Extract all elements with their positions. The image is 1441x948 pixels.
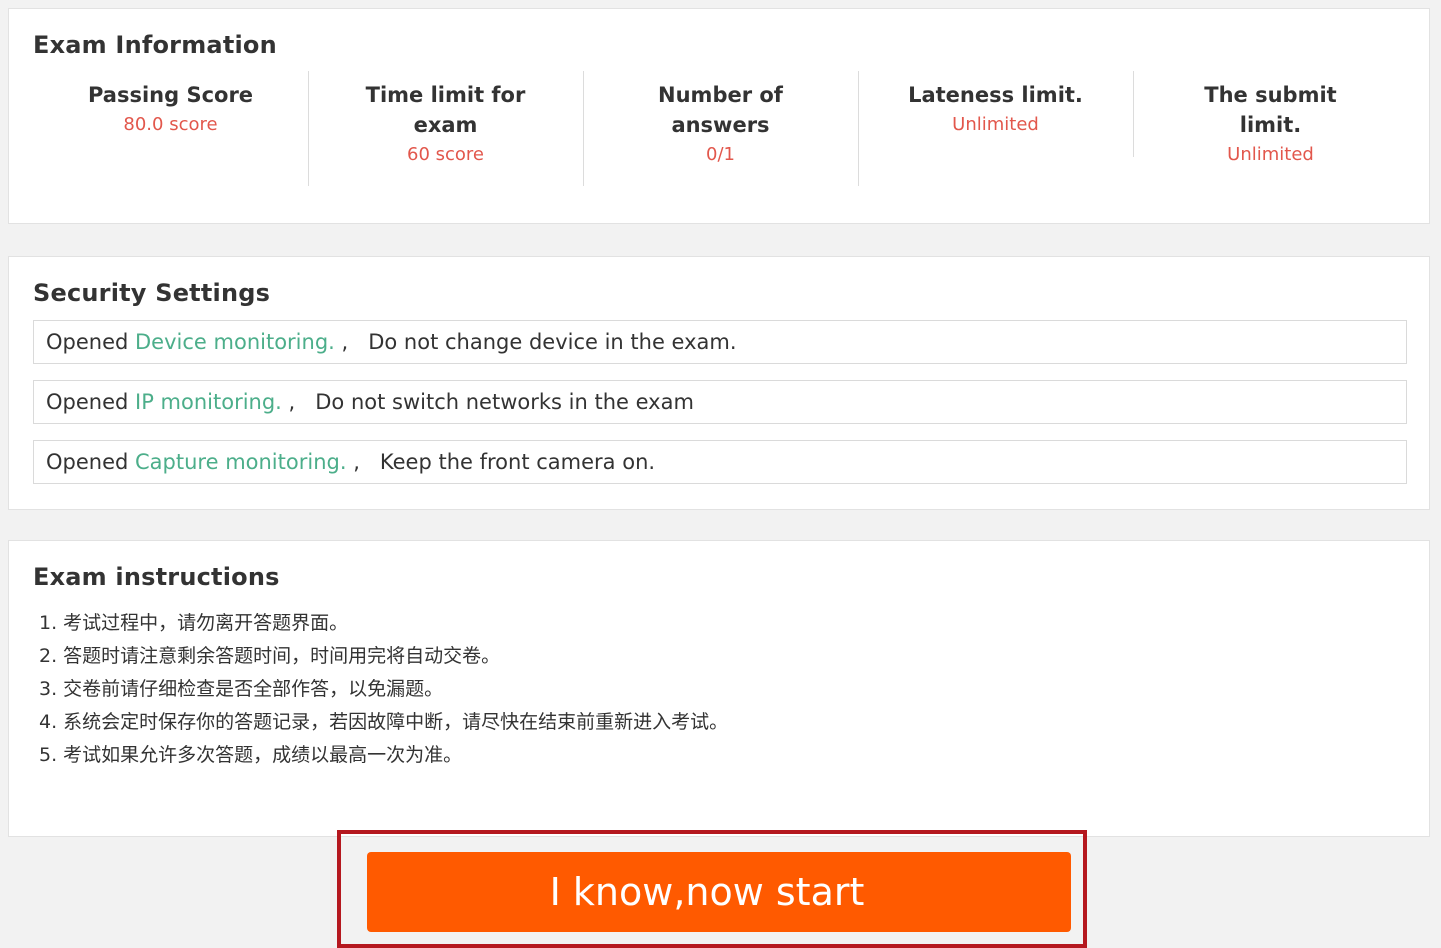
- stat-label: The submit limit.: [1204, 83, 1337, 137]
- security-separator: ,: [281, 390, 296, 414]
- stat-label: Passing Score: [87, 83, 254, 107]
- stat-value: Unlimited: [952, 114, 1039, 135]
- stat-value: 80.0 score: [123, 114, 218, 135]
- capture-monitoring-link[interactable]: Capture monitoring.: [135, 450, 347, 474]
- stat-label: Number of answers: [658, 83, 783, 137]
- instruction-item: 4. 系统会定时保存你的答题记录，若因故障中断，请尽快在结束前重新进入考试。: [39, 711, 729, 733]
- security-row-capture: Opened Capture monitoring. , Keep the fr…: [33, 440, 1407, 484]
- stat-value: 0/1: [706, 144, 735, 165]
- security-prefix: Opened: [46, 390, 136, 414]
- security-settings-title: Security Settings: [33, 279, 271, 307]
- stat-label: Lateness limit.: [908, 83, 1083, 107]
- security-prefix: Opened: [46, 450, 136, 474]
- stat-value: Unlimited: [1227, 144, 1314, 165]
- instruction-item: 3. 交卷前请仔细检查是否全部作答，以免漏题。: [39, 678, 444, 700]
- stat-time-limit: Time limit for exam 60 score: [308, 71, 583, 193]
- ip-monitoring-link[interactable]: IP monitoring.: [135, 390, 282, 414]
- device-monitoring-link[interactable]: Device monitoring.: [135, 330, 335, 354]
- exam-instructions-panel: Exam instructions 1. 考试过程中，请勿离开答题界面。 2. …: [8, 540, 1430, 837]
- security-separator: ,: [334, 330, 349, 354]
- stat-submit-limit: The submit limit. Unlimited: [1133, 71, 1408, 193]
- stat-lateness-limit: Lateness limit. Unlimited: [858, 71, 1133, 193]
- instructions-list: 1. 考试过程中，请勿离开答题界面。 2. 答题时请注意剩余答题时间，时间用完将…: [39, 607, 728, 772]
- stat-label: Time limit for exam: [365, 83, 526, 137]
- security-separator: ,: [346, 450, 360, 474]
- security-prefix: Opened: [46, 330, 136, 354]
- exam-information-title: Exam Information: [33, 31, 277, 59]
- instruction-item: 1. 考试过程中，请勿离开答题界面。: [39, 612, 349, 634]
- stat-number-of-answers: Number of answers 0/1: [583, 71, 858, 193]
- exam-information-panel: Exam Information Passing Score 80.0 scor…: [8, 8, 1430, 224]
- exam-instructions-title: Exam instructions: [33, 563, 280, 591]
- security-text: Do not change device in the exam.: [368, 330, 737, 354]
- stat-passing-score: Passing Score 80.0 score: [33, 71, 308, 193]
- instruction-item: 2. 答题时请注意剩余答题时间，时间用完将自动交卷。: [39, 645, 501, 667]
- stat-value: 60 score: [407, 144, 484, 165]
- security-row-device: Opened Device monitoring. , Do not chang…: [33, 320, 1407, 364]
- security-row-ip: Opened IP monitoring. , Do not switch ne…: [33, 380, 1407, 424]
- security-text: Keep the front camera on.: [379, 450, 656, 474]
- instruction-item: 5. 考试如果允许多次答题，成绩以最高一次为准。: [39, 744, 463, 766]
- start-exam-button[interactable]: I know,now start: [367, 852, 1071, 932]
- security-settings-panel: Security Settings Opened Device monitori…: [8, 256, 1430, 510]
- exam-stats: Passing Score 80.0 score Time limit for …: [33, 71, 1408, 193]
- security-text: Do not switch networks in the exam: [315, 390, 694, 414]
